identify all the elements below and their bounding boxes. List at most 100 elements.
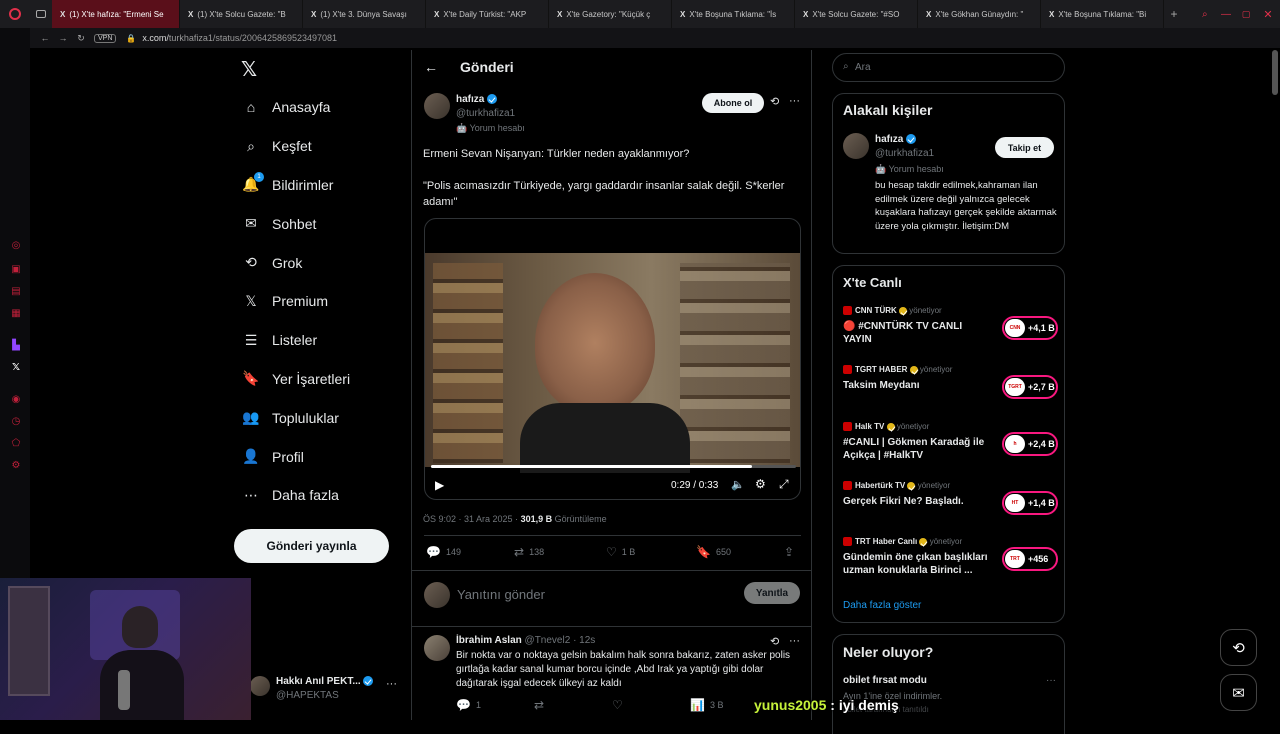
browser-tab[interactable]: X X'te Boşuna Tıklama: "İs: [672, 0, 795, 28]
search-tabs-icon[interactable]: ⌕: [1202, 9, 1216, 20]
bookmark-action[interactable]: 🔖 650: [696, 545, 731, 559]
grok-icon[interactable]: ⟲: [770, 635, 779, 648]
browser-tab[interactable]: X (1) X'te 3. Dünya Savaşı: [303, 0, 426, 28]
ai-icon[interactable]: ◎: [10, 240, 22, 252]
new-tab-icon[interactable]: +: [1164, 0, 1184, 28]
subscribe-button[interactable]: Abone ol: [702, 93, 764, 113]
video-player[interactable]: ▶ 0:29 / 0:33 🔈 ⚙ ⤢: [424, 218, 801, 500]
related-handle[interactable]: @turkhafiza1: [875, 148, 934, 159]
retweet-action[interactable]: ⇄: [534, 698, 549, 712]
nav-item-bookmark[interactable]: 🔖 Yer İşaretleri: [230, 360, 410, 399]
grok-icon[interactable]: ⟲: [770, 95, 779, 108]
author-name[interactable]: hafıza: [456, 94, 484, 105]
news-icon[interactable]: ▦: [10, 308, 22, 320]
nav-item-x-logo[interactable]: 𝕏 Premium: [230, 282, 410, 321]
account-switcher[interactable]: Hakkı Anıl PEKT... @HAPEKTAS ···: [250, 674, 410, 706]
forward-icon[interactable]: →: [54, 33, 72, 43]
like-action[interactable]: ♡ 1 B: [606, 545, 635, 559]
nav-item-more[interactable]: ⋯ Daha fazla: [230, 476, 410, 515]
follow-button[interactable]: Takip et: [995, 137, 1054, 158]
more-options-icon[interactable]: ···: [789, 635, 800, 647]
nav-item-search[interactable]: ⌕ Keşfet: [230, 127, 410, 166]
browser-tab[interactable]: X X'te Daily Türkist: "AKP: [426, 0, 549, 28]
x-icon[interactable]: 𝕏: [10, 362, 22, 374]
reply-submit-button[interactable]: Yanıtla: [744, 582, 800, 604]
nav-item-list[interactable]: ☰ Listeler: [230, 321, 410, 360]
nav-item-user[interactable]: 👤 Profil: [230, 437, 410, 476]
browser-tab[interactable]: X (1) X'te Solcu Gazete: "B: [180, 0, 303, 28]
extensions-icon[interactable]: ⬠: [10, 438, 22, 450]
nav-item-bell[interactable]: 🔔 1 Bildirimler: [230, 166, 410, 205]
history-icon[interactable]: ◷: [10, 416, 22, 428]
nav-item-grok[interactable]: ⟲ Grok: [230, 243, 410, 282]
reply-action[interactable]: 💬 1: [456, 698, 481, 712]
author-handle[interactable]: @turkhafiza1: [456, 108, 515, 119]
page-scrollbar[interactable]: [1272, 50, 1278, 95]
maximize-icon[interactable]: ▢: [1236, 9, 1256, 20]
live-item[interactable]: CNN TÜRK yönetiyor 🔴 #CNNTÜRK TV CANLI YA…: [843, 306, 1058, 356]
tweet-timestamp[interactable]: ÖS 9:02 · 31 Ara 2025 ·: [423, 514, 518, 524]
volume-icon[interactable]: 🔈: [731, 478, 745, 491]
url-field[interactable]: x.com/turkhafiza1/status/200642586952349…: [142, 33, 337, 43]
live-viewers-badge[interactable]: h +2,4 B: [1002, 432, 1058, 456]
like-action[interactable]: ♡: [612, 698, 628, 712]
show-more-link[interactable]: Daha fazla göster: [843, 600, 921, 611]
vpn-badge[interactable]: VPN: [94, 33, 117, 43]
post-button[interactable]: Gönderi yayınla: [234, 529, 389, 563]
live-item[interactable]: Habertürk TV yönetiyor Gerçek Fikri Ne? B…: [843, 481, 1058, 531]
nav-item-communities[interactable]: 👥 Topluluklar: [230, 398, 410, 437]
more-icon[interactable]: ···: [386, 678, 397, 690]
reply-author-name[interactable]: İbrahim Aslan: [456, 635, 522, 646]
chat-icon[interactable]: ▤: [10, 286, 22, 298]
views-action[interactable]: 📊 3 B: [690, 698, 723, 712]
live-status: yönetiyor: [896, 422, 930, 431]
play-icon[interactable]: ▶: [435, 478, 444, 492]
x-logo-icon[interactable]: 𝕏: [241, 57, 257, 82]
live-item[interactable]: TRT Haber Canlı yönetiyor Gündemin öne çı…: [843, 537, 1058, 587]
settings-icon[interactable]: ⚙: [10, 460, 22, 472]
twitch-icon[interactable]: ▙: [10, 340, 22, 352]
reply-action[interactable]: 💬 149: [426, 545, 461, 559]
reply-author-handle[interactable]: @Tnevel2: [525, 635, 571, 646]
minimize-icon[interactable]: —: [1216, 9, 1236, 20]
retweet-action[interactable]: ⇄ 138: [514, 545, 544, 559]
more-options-icon[interactable]: ···: [1046, 675, 1056, 686]
live-item[interactable]: TGRT HABER yönetiyor Taksim Meydanı TGRT +2…: [843, 365, 1058, 415]
messages-float-button[interactable]: ✉: [1220, 674, 1257, 711]
related-name[interactable]: hafıza: [875, 134, 903, 145]
browser-tab[interactable]: X X'te Boşuna Tıklama: "Bi: [1041, 0, 1164, 28]
settings-gear-icon[interactable]: ⚙: [755, 477, 766, 491]
reply-author-avatar[interactable]: [424, 635, 450, 661]
bag-icon[interactable]: ▣: [10, 264, 22, 276]
live-item[interactable]: Halk TV yönetiyor #CANLI | Gökmen Karadağ…: [843, 422, 1058, 472]
browser-tab[interactable]: X X'te Solcu Gazete: "#SO: [795, 0, 918, 28]
grok-float-button[interactable]: ⟲: [1220, 629, 1257, 666]
live-viewers-badge[interactable]: HT +1,4 B: [1002, 491, 1058, 515]
share-action[interactable]: ⇪: [784, 545, 799, 559]
fullscreen-icon[interactable]: ⤢: [779, 477, 789, 492]
search-box[interactable]: ⌕ Ara: [832, 53, 1065, 82]
browser-tab[interactable]: X (1) X'te hafıza: "Ermeni Se: [52, 0, 180, 28]
nav-item-mail[interactable]: ✉ Sohbet: [230, 204, 410, 243]
nav-item-home[interactable]: ⌂ Anasayfa: [230, 88, 410, 127]
video-progress-track[interactable]: [431, 465, 796, 468]
browser-tab[interactable]: X X'te Gazetory: "Küçük ç: [549, 0, 672, 28]
back-icon[interactable]: ←: [36, 33, 54, 43]
browser-tab[interactable]: X X'te Gökhan Günaydın: ": [918, 0, 1041, 28]
live-viewers-badge[interactable]: TRT +456: [1002, 547, 1058, 571]
close-window-icon[interactable]: ✕: [1256, 8, 1280, 21]
media-icon[interactable]: ◉: [10, 394, 22, 406]
live-viewers-badge[interactable]: TGRT +2,7 B: [1002, 375, 1058, 399]
reply-input[interactable]: Yanıtını gönder: [457, 587, 545, 602]
tab-list-icon[interactable]: [30, 0, 52, 28]
search-input[interactable]: Ara: [855, 62, 871, 73]
x-logo-icon: 𝕏: [245, 292, 257, 309]
live-viewers-badge[interactable]: CNN +4,1 B: [1002, 316, 1058, 340]
reload-icon[interactable]: ↻: [72, 33, 90, 44]
author-avatar[interactable]: [424, 93, 450, 119]
browser-logo-icon[interactable]: [0, 0, 30, 28]
back-arrow-icon[interactable]: ←: [424, 59, 438, 75]
more-options-icon[interactable]: ···: [789, 95, 800, 107]
related-avatar[interactable]: [843, 133, 869, 159]
reply-time[interactable]: · 12s: [573, 635, 595, 646]
